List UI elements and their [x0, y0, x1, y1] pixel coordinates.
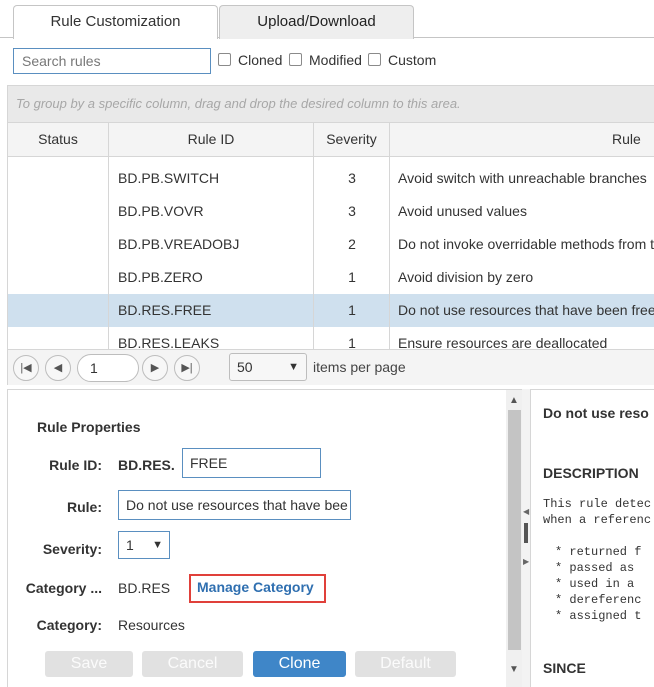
rule-id-cell: BD.PB.ZERO: [118, 269, 203, 285]
custom-label: Custom: [388, 52, 437, 68]
previous-page-button[interactable]: ◀: [45, 355, 71, 381]
table-row[interactable]: BD.PB.SWITCH 3 Avoid switch with unreach…: [8, 162, 654, 195]
splitter-grip[interactable]: [524, 523, 528, 543]
page-number-input[interactable]: 1: [77, 354, 139, 382]
rule-id-cell: BD.RES.LEAKS: [118, 335, 220, 349]
description-title: Do not use reso: [543, 405, 649, 421]
rule-id-input[interactable]: FREE: [182, 448, 321, 478]
rule-cell: Do not invoke overridable methods from t…: [398, 236, 654, 252]
first-page-button[interactable]: |◀: [13, 355, 39, 381]
rule-id-cell: BD.RES.FREE: [118, 302, 212, 318]
rule-id-label: Rule ID:: [49, 457, 102, 473]
scroll-up-icon[interactable]: ▲: [509, 395, 519, 406]
cloned-label: Cloned: [238, 52, 283, 68]
description-bullet: * passed as: [555, 561, 635, 575]
modified-checkbox[interactable]: [289, 53, 302, 66]
severity-select[interactable]: 1 ▼: [118, 531, 170, 559]
pager: |◀ ◀ 1 ▶ ▶| 50 ▼ items per page: [7, 349, 654, 385]
description-line: when a referenc: [543, 513, 652, 527]
group-drop-area[interactable]: To group by a specific column, drag and …: [7, 85, 654, 123]
severity-label: Severity:: [42, 541, 102, 557]
category-id-value: BD.RES: [118, 580, 171, 596]
description-bullet: * dereferenc: [555, 593, 642, 607]
severity-cell: 1: [348, 269, 356, 285]
tab-rule-customization[interactable]: Rule Customization: [13, 5, 218, 39]
table-row[interactable]: BD.RES.LEAKS 1 Ensure resources are deal…: [8, 327, 654, 349]
panel-splitter[interactable]: ◀ ▶: [522, 389, 531, 687]
grid-body: BD.PB.SWITCH 3 Avoid switch with unreach…: [7, 157, 654, 349]
properties-scrollbar[interactable]: ▲ ▼: [506, 390, 523, 687]
page-size-select[interactable]: 50 ▼: [229, 353, 307, 381]
page-size-value: 50: [237, 359, 253, 375]
column-header-status[interactable]: Status: [8, 123, 109, 156]
custom-checkbox[interactable]: [368, 53, 381, 66]
tab-upload-download[interactable]: Upload/Download: [219, 5, 414, 39]
severity-value: 1: [126, 537, 134, 553]
description-line: This rule detec: [543, 497, 652, 511]
rule-description-panel: Do not use reso DESCRIPTION This rule de…: [531, 389, 654, 687]
table-row[interactable]: BD.PB.VREADOBJ 2 Do not invoke overridab…: [8, 228, 654, 261]
manage-category-link[interactable]: Manage Category: [197, 579, 314, 595]
last-page-button[interactable]: ▶|: [174, 355, 200, 381]
category-id-label: Category ...: [25, 580, 102, 596]
modified-label: Modified: [309, 52, 362, 68]
severity-cell: 2: [348, 236, 356, 252]
table-row[interactable]: BD.PB.ZERO 1 Avoid division by zero: [8, 261, 654, 294]
rule-properties-title: Rule Properties: [37, 419, 141, 435]
scrollbar-thumb[interactable]: [508, 410, 521, 650]
rule-id-prefix: BD.RES.: [118, 457, 175, 473]
column-divider: [389, 157, 390, 349]
column-divider: [108, 157, 109, 349]
save-button[interactable]: Save: [45, 651, 133, 677]
rule-cell: Avoid switch with unreachable branches: [398, 170, 647, 186]
since-heading: SINCE: [543, 660, 586, 676]
column-header-rule-id[interactable]: Rule ID: [109, 123, 314, 156]
collapse-right-icon[interactable]: ▶: [523, 557, 529, 566]
column-divider: [313, 157, 314, 349]
severity-cell: 3: [348, 203, 356, 219]
rule-cell: Do not use resources that have been free…: [398, 302, 654, 318]
tab-bar: Rule Customization Upload/Download: [0, 0, 654, 39]
category-value: Resources: [118, 617, 185, 633]
cloned-checkbox[interactable]: [218, 53, 231, 66]
table-row-selected[interactable]: BD.RES.FREE 1 Do not use resources that …: [8, 294, 654, 327]
clone-button[interactable]: Clone: [253, 651, 346, 677]
table-row[interactable]: BD.PB.VOVR 3 Avoid unused values: [8, 195, 654, 228]
collapse-left-icon[interactable]: ◀: [523, 507, 529, 516]
search-input[interactable]: [13, 48, 211, 74]
column-header-severity[interactable]: Severity: [314, 123, 390, 156]
rule-id-cell: BD.PB.VREADOBJ: [118, 236, 240, 252]
column-header-rule[interactable]: Rule: [390, 123, 654, 156]
severity-cell: 3: [348, 170, 356, 186]
rule-label: Rule:: [67, 499, 102, 515]
rule-name-input[interactable]: Do not use resources that have bee: [118, 490, 351, 520]
description-heading: DESCRIPTION: [543, 465, 639, 481]
chevron-down-icon: ▼: [152, 539, 163, 551]
rule-cell: Avoid division by zero: [398, 269, 534, 285]
rule-properties-panel: Rule Properties Rule ID: BD.RES. FREE Ru…: [7, 389, 523, 687]
rule-id-cell: BD.PB.VOVR: [118, 203, 204, 219]
severity-cell: 1: [348, 335, 356, 349]
description-bullet: * used in a: [555, 577, 635, 591]
chevron-down-icon: ▼: [288, 361, 299, 373]
description-bullet: * returned f: [555, 545, 642, 559]
rule-cell: Avoid unused values: [398, 203, 527, 219]
description-bullet: * assigned t: [555, 609, 642, 623]
severity-cell: 1: [348, 302, 356, 318]
default-button[interactable]: Default: [355, 651, 456, 677]
next-page-button[interactable]: ▶: [142, 355, 168, 381]
rule-id-cell: BD.PB.SWITCH: [118, 170, 220, 186]
scroll-down-icon[interactable]: ▼: [509, 664, 519, 675]
cancel-button[interactable]: Cancel: [142, 651, 243, 677]
rule-cell: Ensure resources are deallocated: [398, 335, 608, 349]
items-per-page-label: items per page: [313, 359, 406, 375]
category-label: Category:: [36, 617, 102, 633]
grid-header: Status Rule ID Severity Rule: [7, 123, 654, 157]
